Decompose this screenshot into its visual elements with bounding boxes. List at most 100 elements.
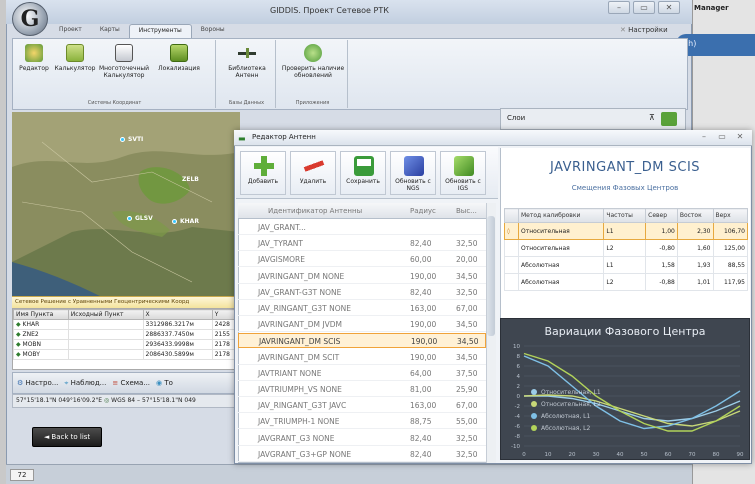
scrollbar-thumb[interactable]	[487, 216, 495, 336]
calculator-button[interactable]: Калькулятор	[55, 44, 95, 79]
update-ngs-button[interactable]: Обновить с NGS	[390, 151, 436, 195]
zoom-indicator[interactable]: 72	[10, 469, 34, 481]
legend-label: Относительная, L1	[541, 389, 601, 396]
map-site[interactable]: GLSV	[127, 215, 153, 222]
points-tab[interactable]: ◉ То	[156, 379, 173, 387]
editor-maximize-button[interactable]: ▭	[714, 132, 730, 144]
antenna-icon: ▬	[238, 134, 246, 143]
update-igs-button[interactable]: Обновить с IGS	[440, 151, 486, 195]
antenna-row[interactable]: JAVRINGANT_DM NONE 190,00 34,50	[238, 269, 486, 284]
editor-label: Редактор	[19, 65, 49, 72]
legend-marker	[531, 401, 537, 407]
antenna-radius: 64,00	[410, 368, 432, 378]
antenna-row[interactable]: JAVRINGANT_DM JVDM 190,00 34,50	[238, 317, 486, 333]
observations-tab[interactable]: ⌖ Наблюд...	[64, 379, 106, 388]
antenna-row[interactable]: JAVGRANT_G3+GP NONE 82,40 32,50	[238, 447, 486, 462]
table-row[interactable]: ◆ MOBN 2936433.9998м 2178	[13, 339, 239, 350]
multipoint-calculator-button[interactable]: Многоточечный Калькулятор	[98, 44, 150, 79]
table-row[interactable]: Абсолютная L1 1,58 1,93 88,55	[504, 256, 748, 274]
antenna-radius: 163,00	[410, 401, 437, 411]
antenna-row[interactable]: JAV_TYRANT 82,40 32,50	[238, 236, 486, 252]
point-name: MOBY	[22, 351, 40, 358]
scheme-tab[interactable]: ≡ Схема...	[112, 379, 150, 387]
map-site[interactable]: KHAR	[172, 218, 199, 225]
column-header[interactable]: X	[142, 309, 213, 320]
table-row[interactable]: Относительная L2 -0,80 1,60 125,00	[504, 239, 748, 257]
table-row[interactable]: ◆ MOBY 2086430.5899м 2178	[13, 349, 239, 360]
app-logo[interactable]: G	[12, 2, 48, 36]
tab-project[interactable]: Проект	[50, 24, 91, 38]
settings-tab[interactable]: ⚙ Настро...	[17, 379, 58, 387]
editor-close-button[interactable]: ✕	[732, 132, 748, 144]
column-header[interactable]: Метод калибровки	[517, 208, 605, 223]
column-header[interactable]: Имя Пункта	[13, 309, 69, 320]
column-header-id[interactable]: Идентификатор Антенны	[268, 207, 362, 215]
x-value: 2936433.9998м	[142, 339, 213, 350]
tab-views[interactable]: Вороны	[192, 24, 234, 38]
table-row[interactable]: Абсолютная L2 -0,88 1,01 117,95	[504, 273, 748, 291]
tab-maps[interactable]: Карты	[91, 24, 129, 38]
back-to-list-button[interactable]: ◄ Back to list	[32, 427, 102, 447]
y-tick-label: 4	[517, 374, 521, 380]
site-label: SVTI	[128, 136, 144, 143]
table-row[interactable]: ◊ Относительная L1 1,00 2,30 106,70	[504, 222, 748, 240]
antenna-radius: 82,40	[410, 433, 432, 443]
table-row[interactable]: ◆ KHAR 3312986.3217м 2428	[13, 319, 239, 330]
pin-icon[interactable]: ⊼	[649, 113, 655, 122]
editor-button[interactable]: Редактор	[16, 44, 52, 79]
map-site[interactable]: ZELB	[182, 176, 199, 183]
column-header-height[interactable]: Выс...	[456, 207, 477, 215]
localization-icon	[170, 44, 188, 62]
maximize-button[interactable]: ▭	[633, 1, 655, 14]
antenna-row[interactable]: JAVRINGANT_DM SCIS 190,00 34,50	[238, 333, 486, 349]
column-header[interactable]: Верх	[712, 208, 748, 223]
map-view[interactable]: SVTI ZELB GLSV KHAR	[12, 112, 240, 298]
table-row[interactable]: ◆ ZNE2 2886337.7450м 2155	[13, 329, 239, 340]
site-label: GLSV	[135, 215, 153, 222]
save-label: Сохранить	[346, 178, 380, 185]
y-tick-label: -8	[515, 434, 521, 440]
ribbon-group-apps: Проверить наличие обновлений Приложения	[278, 40, 348, 108]
antenna-row[interactable]: JAVGRANT_G3 NONE 82,40 32,50	[238, 431, 486, 446]
tab-tools[interactable]: Инструменты	[128, 24, 192, 38]
x-value: 2086430.5899м	[142, 349, 213, 360]
column-header[interactable]: Север	[645, 208, 678, 223]
update-ngs-label: Обновить с NGS	[395, 178, 431, 192]
y-tick-label: -6	[515, 424, 521, 430]
antenna-row[interactable]: JAV_GRANT-G3T NONE 82,40 32,50	[238, 285, 486, 300]
column-header[interactable]: Восток	[676, 208, 714, 223]
check-updates-button[interactable]: Проверить наличие обновлений	[280, 44, 346, 79]
column-header-radius[interactable]: Радиус	[410, 207, 436, 215]
calculator-icon	[66, 44, 84, 62]
antenna-row[interactable]: JAV_RINGANT_G3T JAVC 163,00 67,00	[238, 398, 486, 414]
antenna-row[interactable]: JAV_TRIUMPH-1 NONE 88,75 55,00	[238, 414, 486, 430]
antenna-row[interactable]: JAVRINGANT_DM SCIT 190,00 34,50	[238, 350, 486, 365]
antenna-library-button[interactable]: Библиотека Антенн	[220, 44, 274, 79]
calibration-method: Абсолютная	[517, 256, 605, 274]
localization-button[interactable]: Локализация	[154, 44, 204, 79]
editor-minimize-button[interactable]: –	[696, 132, 712, 144]
add-button[interactable]: Добавить	[240, 151, 286, 195]
column-header[interactable]: Исходный Пункт	[67, 309, 144, 320]
antenna-row[interactable]: JAV_RINGANT_G3T NONE 163,00 67,00	[238, 301, 486, 316]
save-button[interactable]: Сохранить	[340, 151, 386, 195]
x-tick-label: 70	[689, 452, 696, 458]
antenna-row[interactable]: JAVTRIANT NONE 64,00 37,50	[238, 366, 486, 381]
phase-center-table[interactable]: Метод калибровки Частоты Север Восток Ве…	[504, 208, 748, 291]
cursor-coordinates-secondary: 57°15'18.1"N 049	[141, 397, 196, 404]
antenna-row[interactable]: JAVTRIUMPH_VS NONE 81,00 25,90	[238, 382, 486, 397]
network-solution-table[interactable]: Имя Пункта Исходный Пункт X Y ◆ KHAR 3312…	[12, 308, 240, 370]
x-value: 2886337.7450м	[142, 329, 213, 340]
ribbon-group-coordinates: Редактор Калькулятор Многоточечный Кальк…	[14, 40, 216, 108]
antenna-radius: 82,40	[410, 287, 432, 297]
minimize-button[interactable]: –	[608, 1, 630, 14]
column-header[interactable]: Частоты	[603, 208, 647, 223]
antenna-row[interactable]: JAV_GRANT...	[238, 220, 486, 235]
map-site[interactable]: SVTI	[120, 136, 143, 143]
settings-link[interactable]: ✕ Настройки	[620, 26, 668, 34]
delete-button[interactable]: Удалить	[290, 151, 336, 195]
scheme-tab-label: Схема...	[120, 379, 151, 387]
up-offset: 88,55	[712, 256, 748, 274]
antenna-row[interactable]: JAVGISMORE 60,00 20,00	[238, 252, 486, 268]
close-button[interactable]: ✕	[658, 1, 680, 14]
